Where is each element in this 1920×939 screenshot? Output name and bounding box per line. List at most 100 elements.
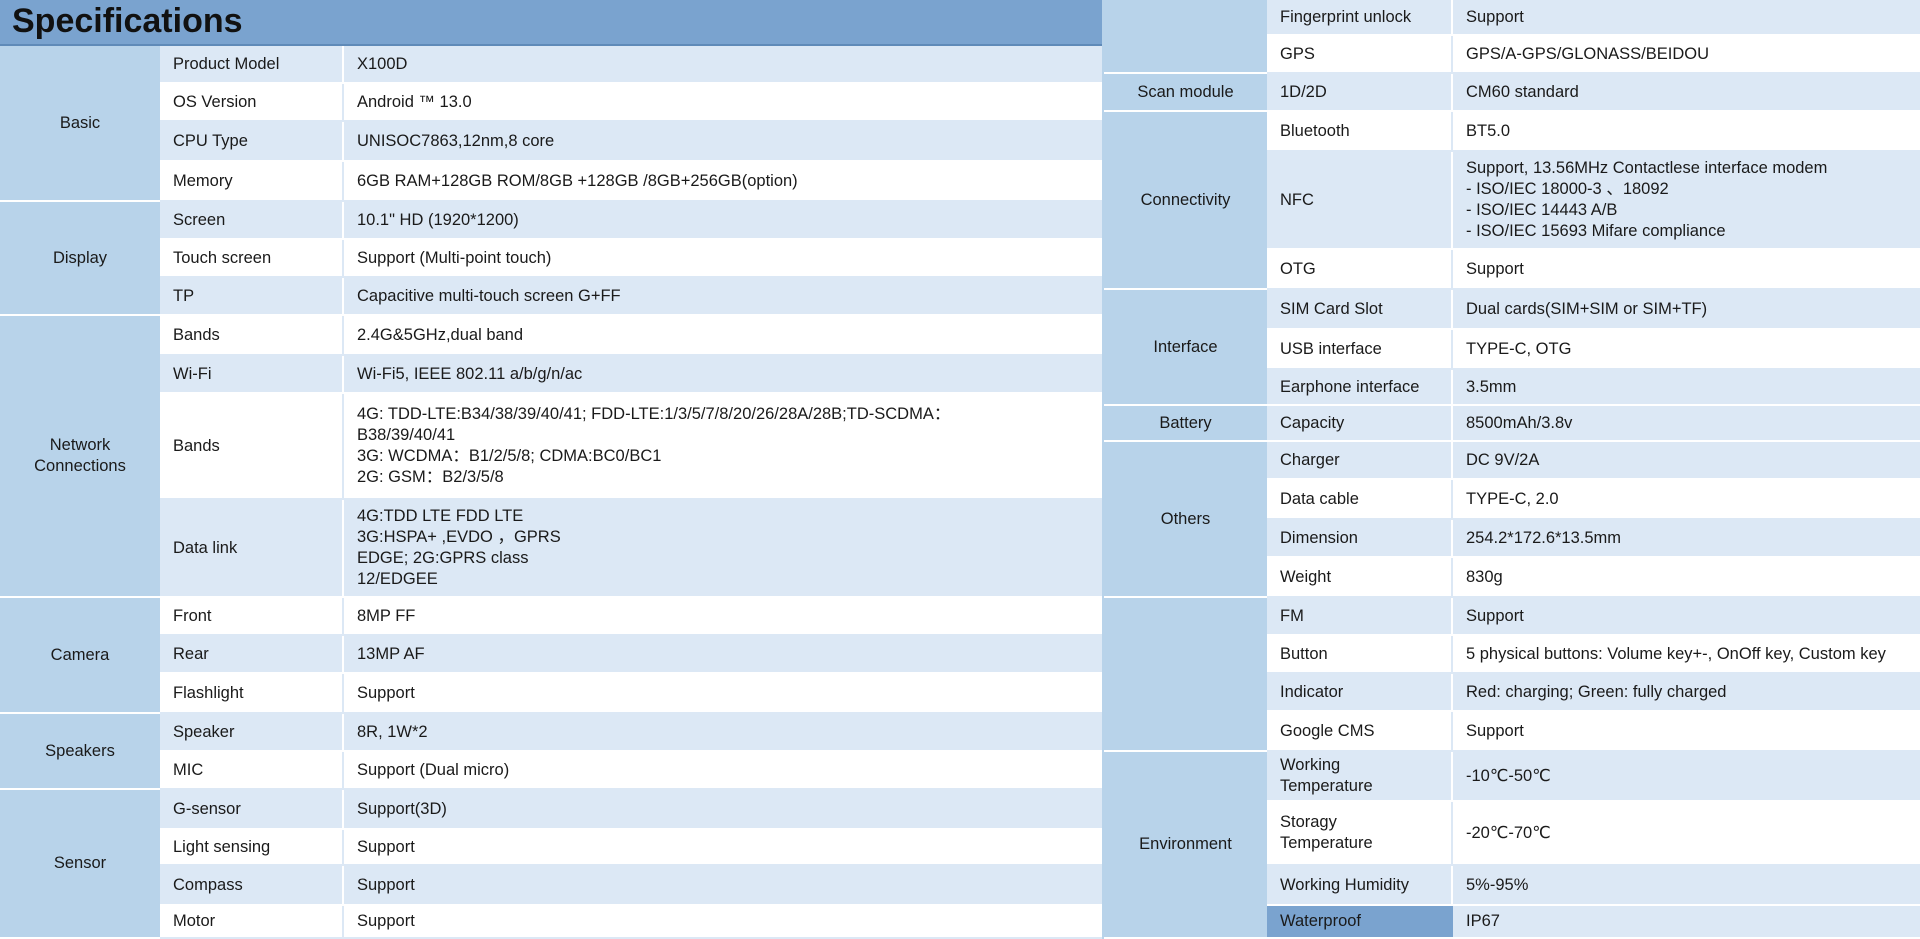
spec-label-text: Button: [1280, 644, 1328, 663]
spec-label: Charger: [1267, 442, 1453, 480]
spec-value-text: IP67: [1466, 912, 1500, 930]
left-category-cell: Sensor: [0, 790, 160, 939]
spec-value: 254.2*172.6*13.5mm: [1453, 520, 1920, 558]
spec-label: Dimension: [1267, 520, 1453, 558]
spec-value-text: Support: [357, 837, 415, 856]
spec-label: Data link: [160, 500, 344, 598]
spec-label-text: Fingerprint unlock: [1280, 7, 1412, 26]
spec-value: -20℃-70℃: [1453, 802, 1920, 866]
spec-label-text: Data cable: [1280, 489, 1359, 508]
spec-value: 10.1" HD (1920*1200): [344, 202, 1102, 240]
spec-label-text: GPS: [1280, 44, 1315, 63]
left-category-cell: Speakers: [0, 714, 160, 790]
spec-value: 6GB RAM+128GB ROM/8GB +128GB /8GB+256GB(…: [344, 162, 1102, 202]
spec-label: G-sensor: [160, 790, 344, 830]
spec-label-text: Wi-Fi: [173, 364, 212, 383]
spec-value: 4G:TDD LTE FDD LTE 3G:HSPA+ ,EVDO ，GPRS …: [344, 500, 1102, 598]
spec-value: Red: charging; Green: fully charged: [1453, 674, 1920, 712]
spec-value-text: TYPE-C, 2.0: [1466, 489, 1559, 508]
spec-value-text: Support(3D): [357, 799, 447, 818]
spec-value-text: Capacitive multi-touch screen G+FF: [357, 286, 621, 305]
spec-label: Bands: [160, 394, 344, 500]
spec-value: 4G: TDD-LTE:B34/38/39/40/41; FDD-LTE:1/3…: [344, 394, 1102, 500]
left-category-cell-text: Display: [52, 248, 108, 267]
spec-label: Working Humidity: [1267, 866, 1453, 906]
spec-label-text: Product Model: [173, 54, 280, 73]
spec-value: DC 9V/2A: [1453, 442, 1920, 480]
spec-label: FM: [1267, 598, 1453, 636]
spec-value-text: X100D: [357, 54, 408, 73]
spec-value: 3.5mm: [1453, 370, 1920, 406]
spec-value: Android ™ 13.0: [344, 84, 1102, 122]
spec-label-text: Google CMS: [1280, 721, 1375, 740]
spec-value-text: Red: charging; Green: fully charged: [1466, 682, 1727, 701]
spec-value-text: 5 physical buttons: Volume key+-, OnOff …: [1466, 644, 1886, 663]
spec-value-text: 8500mAh/3.8v: [1466, 413, 1573, 432]
right-category-cell-text: Environment: [1139, 835, 1232, 853]
spec-value-text: BT5.0: [1466, 121, 1511, 140]
spec-value-text: Support: [1466, 721, 1524, 740]
spec-value: 8MP FF: [344, 598, 1102, 636]
spec-value: TYPE-C, OTG: [1453, 330, 1920, 370]
spec-value-text: DC 9V/2A: [1466, 450, 1540, 469]
left-category-cell: Display: [0, 202, 160, 316]
spec-value-text: 8R, 1W*2: [357, 722, 428, 741]
left-category-cell-text: Sensor: [53, 854, 107, 872]
spec-label: Waterproof: [1267, 906, 1453, 939]
right-category-cell-text: Battery: [1159, 413, 1212, 432]
spec-label-text: Front: [173, 606, 212, 625]
spec-value: -10℃-50℃: [1453, 752, 1920, 802]
spec-label: Flashlight: [160, 674, 344, 714]
spec-label: MIC: [160, 752, 344, 790]
spec-label: Front: [160, 598, 344, 636]
spec-label: Google CMS: [1267, 712, 1453, 752]
spec-label: Light sensing: [160, 830, 344, 866]
spec-label-text: Bluetooth: [1280, 121, 1350, 140]
spec-label-text: TP: [173, 286, 195, 305]
spec-label: Capacity: [1267, 406, 1453, 442]
spec-value: UNISOC7863,12nm,8 core: [344, 122, 1102, 162]
left-category-cell-text: Network Connections: [34, 436, 126, 475]
spec-label-text: Bands: [173, 325, 220, 344]
spec-label-text: Working Temperature: [1280, 756, 1373, 795]
spec-value: Support (Multi-point touch): [344, 240, 1102, 278]
right-category-cell: Connectivity: [1104, 112, 1267, 290]
spec-label: OS Version: [160, 84, 344, 122]
spec-label-text: OS Version: [173, 92, 257, 111]
spec-label-text: G-sensor: [173, 799, 241, 818]
spec-value: Support: [1453, 598, 1920, 636]
spec-label: Storagy Temperature: [1267, 802, 1453, 866]
spec-value: Capacitive multi-touch screen G+FF: [344, 278, 1102, 316]
spec-value-text: Android ™ 13.0: [357, 92, 472, 111]
spec-value: 830g: [1453, 558, 1920, 598]
spec-label: Memory: [160, 162, 344, 202]
spec-label-text: Speaker: [173, 722, 235, 741]
spec-value: 5%-95%: [1453, 866, 1920, 906]
spec-value: 5 physical buttons: Volume key+-, OnOff …: [1453, 636, 1920, 674]
spec-label-text: FM: [1280, 606, 1304, 625]
spec-label: Data cable: [1267, 480, 1453, 520]
spec-value: X100D: [344, 46, 1102, 84]
spec-label: Speaker: [160, 714, 344, 752]
right-category-cell: Environment: [1104, 752, 1267, 939]
left-category-cell: Camera: [0, 598, 160, 714]
spec-label: 1D/2D: [1267, 74, 1453, 112]
spec-value-text: TYPE-C, OTG: [1466, 339, 1572, 358]
spec-value-text: 2.4G&5GHz,dual band: [357, 325, 524, 344]
spec-label: Fingerprint unlock: [1267, 0, 1453, 36]
spec-label: Compass: [160, 866, 344, 906]
left-category-cell: Basic: [0, 46, 160, 202]
spec-value-text: 10.1" HD (1920*1200): [357, 210, 519, 229]
spec-value-text: 254.2*172.6*13.5mm: [1466, 528, 1622, 547]
spec-value: Dual cards(SIM+SIM or SIM+TF): [1453, 290, 1920, 330]
spec-value-text: Wi-Fi5, IEEE 802.11 a/b/g/n/ac: [357, 364, 583, 383]
right-category-cell-text: Connectivity: [1140, 190, 1231, 209]
spec-label: TP: [160, 278, 344, 316]
spec-value-text: 4G: TDD-LTE:B34/38/39/40/41; FDD-LTE:1/3…: [357, 405, 951, 486]
spec-value-text: Support: [1466, 7, 1524, 26]
spec-value: TYPE-C, 2.0: [1453, 480, 1920, 520]
spec-label: GPS: [1267, 36, 1453, 74]
spec-label: Product Model: [160, 46, 344, 84]
spec-value-text: GPS/A-GPS/GLONASS/BEIDOU: [1466, 44, 1709, 63]
spec-value-text: Support (Multi-point touch): [357, 248, 552, 267]
